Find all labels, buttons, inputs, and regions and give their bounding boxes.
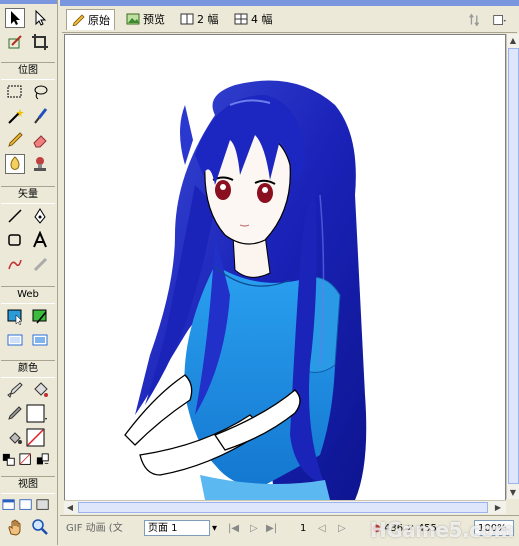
vertical-scrollbar[interactable]: ▲ ▼ xyxy=(506,34,519,499)
tab-original-label: 原始 xyxy=(88,14,110,27)
subselect-tool-icon[interactable] xyxy=(30,8,50,28)
vertical-scroll-thumb[interactable] xyxy=(508,48,519,484)
picture-icon xyxy=(126,13,140,25)
show-slices-icon[interactable] xyxy=(30,330,50,350)
lasso-tool-icon[interactable] xyxy=(30,82,50,102)
section-view: 视图 xyxy=(1,476,55,494)
pencil-icon xyxy=(72,14,85,26)
brush-tool-icon[interactable] xyxy=(30,106,50,126)
tab-original[interactable]: 原始 xyxy=(66,9,115,30)
tab-2-up[interactable]: 2 幅 xyxy=(176,9,223,29)
tab-preview-label: 预览 xyxy=(143,13,165,26)
no-stroke-fill-icon[interactable] xyxy=(18,450,34,470)
full-screen-mode-icon[interactable] xyxy=(35,495,51,515)
fill-color-icon[interactable] xyxy=(5,428,25,448)
scroll-up-icon[interactable]: ▲ xyxy=(507,34,519,46)
paint-bucket-tool-icon[interactable] xyxy=(30,380,50,400)
section-colors: 颜色 xyxy=(1,360,55,378)
tab-2-up-label: 2 幅 xyxy=(197,13,219,26)
next-frame-icon[interactable]: ▷ xyxy=(338,522,346,536)
line-tool-icon[interactable] xyxy=(5,206,25,226)
tab-4-up-label: 4 幅 xyxy=(251,13,273,26)
status-bar: GIF 动画 (文 页面 1 ▾ |◀ ▷ ▶| 1 ◁ ▷ ● 436 × 4… xyxy=(60,515,519,546)
quick-export-icon[interactable] xyxy=(466,11,484,29)
horizontal-scrollbar[interactable]: ◀ ▶ xyxy=(64,500,506,514)
tab-4-up[interactable]: 4 幅 xyxy=(230,9,277,29)
text-tool-icon[interactable] xyxy=(30,230,50,250)
swap-colors-icon[interactable] xyxy=(35,450,51,470)
file-format-label: GIF 动画 (文 xyxy=(66,523,123,534)
view-tabs-bar: 原始 预览 2 幅 4 幅 xyxy=(62,6,517,33)
watermark: HGame5.com xyxy=(370,518,515,542)
crop-tool-icon[interactable] xyxy=(30,32,50,52)
prev-frame-icon[interactable]: ◁ xyxy=(318,522,326,536)
page-select-value: 页面 1 xyxy=(148,523,178,534)
scroll-left-icon[interactable]: ◀ xyxy=(64,501,76,513)
magic-wand-tool-icon[interactable] xyxy=(5,106,25,126)
tools-panel: 位图 矢量 Web 颜色 视图 xyxy=(0,0,58,545)
marquee-tool-icon[interactable] xyxy=(5,82,25,102)
scroll-right-icon[interactable]: ▶ xyxy=(492,501,504,513)
section-bitmap: 位图 xyxy=(1,62,55,80)
knife-tool-icon[interactable] xyxy=(30,254,50,274)
page-menu-icon[interactable] xyxy=(490,11,508,29)
slice-tool-icon[interactable] xyxy=(30,306,50,326)
two-up-icon xyxy=(180,13,194,25)
full-screen-menus-icon[interactable] xyxy=(18,495,34,515)
page-dropdown-icon[interactable]: ▾ xyxy=(212,522,217,536)
tools-panel-titlebar xyxy=(0,0,57,4)
four-up-icon xyxy=(234,13,248,25)
rubber-stamp-tool-icon[interactable] xyxy=(30,154,50,174)
hand-tool-icon[interactable] xyxy=(5,517,25,537)
page-select[interactable]: 页面 1 xyxy=(144,520,210,536)
blur-tool-icon[interactable] xyxy=(5,154,25,174)
freeform-tool-icon[interactable] xyxy=(5,254,25,274)
last-frame-icon[interactable]: ▶| xyxy=(266,522,277,536)
stroke-color-swatch[interactable] xyxy=(26,404,48,424)
hotspot-tool-icon[interactable] xyxy=(5,306,25,326)
frame-number: 1 xyxy=(300,523,307,534)
stroke-color-icon[interactable] xyxy=(5,404,25,424)
pencil-tool-icon[interactable] xyxy=(5,130,25,150)
horizontal-scroll-thumb[interactable] xyxy=(78,502,488,513)
tab-preview[interactable]: 预览 xyxy=(122,9,169,29)
section-web: Web xyxy=(1,286,55,304)
document-window: 原始 预览 2 幅 4 幅 ▲ ▼ ◀ ▶ GIF 动画 (文 页面 1 ▾ |… xyxy=(60,0,519,546)
rectangle-tool-icon[interactable] xyxy=(5,230,25,250)
default-colors-icon[interactable] xyxy=(1,450,17,470)
standard-screen-mode-icon[interactable] xyxy=(1,495,17,515)
play-icon[interactable]: ▷ xyxy=(250,522,258,536)
first-frame-icon[interactable]: |◀ xyxy=(228,522,239,536)
scale-tool-icon[interactable] xyxy=(5,32,25,52)
pointer-tool-icon[interactable] xyxy=(5,8,25,28)
hide-slices-icon[interactable] xyxy=(5,330,25,350)
eyedropper-tool-icon[interactable] xyxy=(5,380,25,400)
anime-girl-illustration xyxy=(124,80,367,500)
pen-tool-icon[interactable] xyxy=(30,206,50,226)
canvas[interactable] xyxy=(64,34,506,501)
zoom-tool-icon[interactable] xyxy=(30,517,50,537)
section-vector: 矢量 xyxy=(1,186,55,204)
fill-color-swatch[interactable] xyxy=(26,428,48,448)
scroll-down-icon[interactable]: ▼ xyxy=(507,486,519,498)
eraser-tool-icon[interactable] xyxy=(30,130,50,150)
